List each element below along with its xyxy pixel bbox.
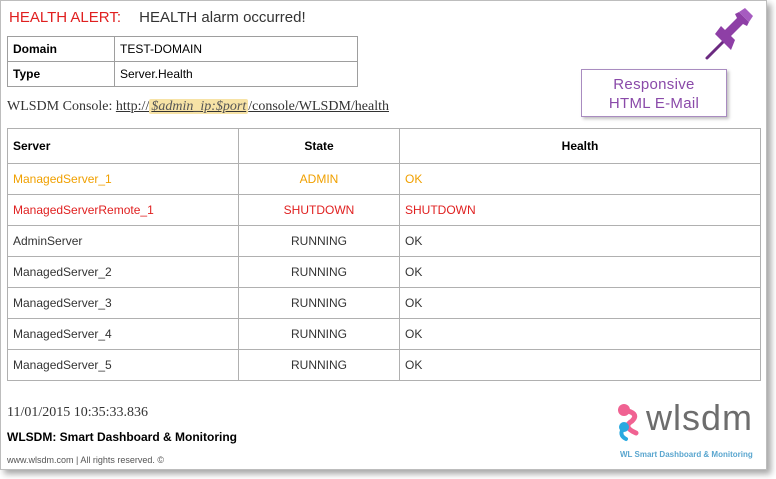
header-server: Server [7,128,239,164]
badge-line-1: Responsive [613,76,695,93]
server-state-cell: RUNNING [238,318,400,350]
server-name-cell: ManagedServer_4 [7,318,239,350]
table-row: ManagedServer_4 RUNNING OK [7,318,761,350]
header-state: State [238,128,400,164]
wlsdm-logo: wlsdm WL Smart Dashboard & Monitoring [614,397,764,463]
console-url-suffix: /console/WLSDM/health [248,99,389,114]
server-name-cell: AdminServer [7,225,239,257]
server-state-cell: RUNNING [238,349,400,381]
footer: www.wlsdm.com | All rights reserved. © [7,455,165,465]
logo-text: wlsdm [646,397,754,438]
server-health-cell: OK [399,256,761,288]
header-health: Health [399,128,761,164]
server-health-cell: SHUTDOWN [399,194,761,226]
server-health-cell: OK [399,349,761,381]
server-health-cell: OK [399,318,761,350]
table-row: ManagedServer_1 ADMIN OK [7,163,761,195]
server-health-cell: OK [399,225,761,257]
email-card: HEALTH ALERT: HEALTH alarm occurred! Dom… [0,0,767,470]
servers-header-row: Server State Health [7,128,761,164]
server-name-cell: ManagedServer_3 [7,287,239,319]
wlsdm-logo-mark [618,404,639,441]
timestamp: 11/01/2015 10:35:33.836 [7,405,149,420]
console-link[interactable]: http://$admin_ip:$port/console/WLSDM/hea… [116,99,389,114]
console-url-variable: $admin_ip:$port [149,99,249,114]
table-row: ManagedServerRemote_1 SHUTDOWN SHUTDOWN [7,194,761,226]
table-row: ManagedServer_3 RUNNING OK [7,287,761,319]
server-state-cell: RUNNING [238,287,400,319]
tagline: WLSDM: Smart Dashboard & Monitoring [7,430,237,444]
server-name-cell: ManagedServer_2 [7,256,239,288]
info-row-domain: Domain TEST-DOMAIN [7,36,358,62]
server-name-cell: ManagedServerRemote_1 [7,194,239,226]
info-value: TEST-DOMAIN [114,36,358,62]
info-key: Domain [7,36,115,62]
alert-message: HEALTH alarm occurred! [139,9,306,26]
server-name-cell: ManagedServer_5 [7,349,239,381]
server-state-cell: RUNNING [238,256,400,288]
server-name-cell: ManagedServer_1 [7,163,239,195]
table-row: ManagedServer_2 RUNNING OK [7,256,761,288]
servers-table: Server State Health ManagedServer_1 ADMIN… [7,128,761,381]
info-key: Type [7,61,115,87]
pushpin-icon [701,4,763,67]
table-row: ManagedServer_5 RUNNING OK [7,349,761,381]
console-url-prefix: http:// [115,99,150,114]
console-label: WLSDM Console: [7,99,113,114]
alert-label: HEALTH ALERT: [9,9,121,26]
server-state-cell: ADMIN [238,163,400,195]
server-health-cell: OK [399,287,761,319]
server-state-cell: SHUTDOWN [238,194,400,226]
info-value: Server.Health [114,61,358,87]
info-row-type: Type Server.Health [7,61,358,87]
table-row: AdminServer RUNNING OK [7,225,761,257]
alert-line: HEALTH ALERT: HEALTH alarm occurred! [9,9,306,26]
badge-line-2: HTML E-Mail [608,95,700,112]
console-line: WLSDM Console: http://$admin_ip:$port/co… [7,99,389,115]
responsive-badge: Responsive HTML E-Mail [581,69,727,117]
server-health-cell: OK [399,163,761,195]
logo-subtitle: WL Smart Dashboard & Monitoring [620,450,753,459]
server-state-cell: RUNNING [238,225,400,257]
info-table: Domain TEST-DOMAIN Type Server.Health [7,36,358,87]
